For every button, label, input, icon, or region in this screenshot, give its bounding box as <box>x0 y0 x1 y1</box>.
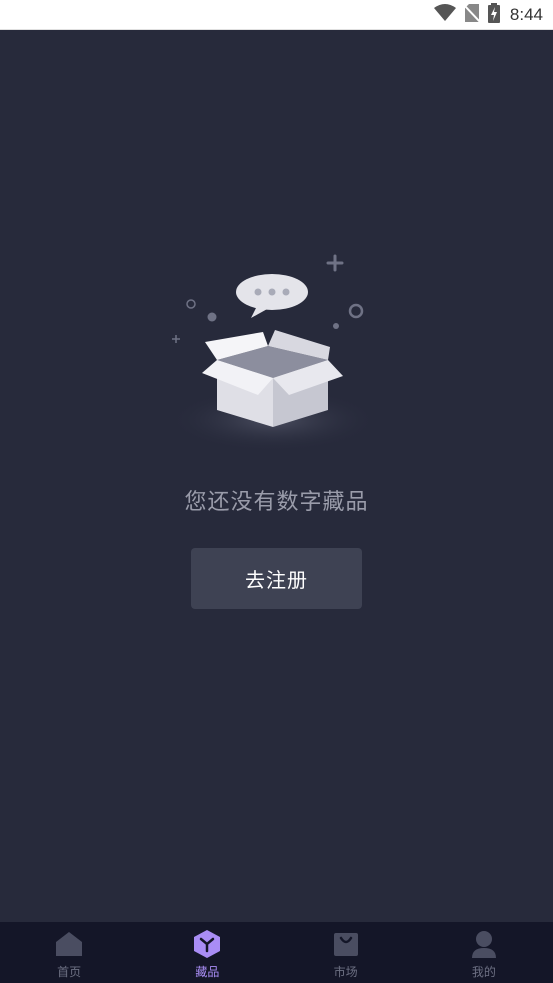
tab-collection-label: 藏品 <box>195 965 220 979</box>
bottom-tab-bar: 首页 藏品 市场 我的 <box>0 922 553 983</box>
tab-home-label: 首页 <box>57 965 82 979</box>
wifi-icon <box>433 4 456 26</box>
empty-box-illustration <box>165 250 385 460</box>
no-sim-icon <box>463 3 481 27</box>
tab-market-label: 市场 <box>333 965 358 979</box>
register-button[interactable]: 去注册 <box>191 548 362 609</box>
tab-market[interactable]: 市场 <box>277 922 415 983</box>
home-icon <box>54 929 84 959</box>
empty-state-message: 您还没有数字藏品 <box>184 490 369 515</box>
tab-profile-label: 我的 <box>471 965 496 979</box>
status-time: 8:44 <box>509 5 543 24</box>
status-bar: 8:44 <box>0 0 553 30</box>
tab-collection[interactable]: 藏品 <box>138 922 276 983</box>
tab-profile[interactable]: 我的 <box>415 922 553 983</box>
shopping-bag-icon <box>331 929 361 959</box>
tab-home[interactable]: 首页 <box>0 922 138 983</box>
user-icon <box>469 929 499 959</box>
cube-icon <box>192 929 222 959</box>
battery-charging-icon <box>487 3 500 27</box>
